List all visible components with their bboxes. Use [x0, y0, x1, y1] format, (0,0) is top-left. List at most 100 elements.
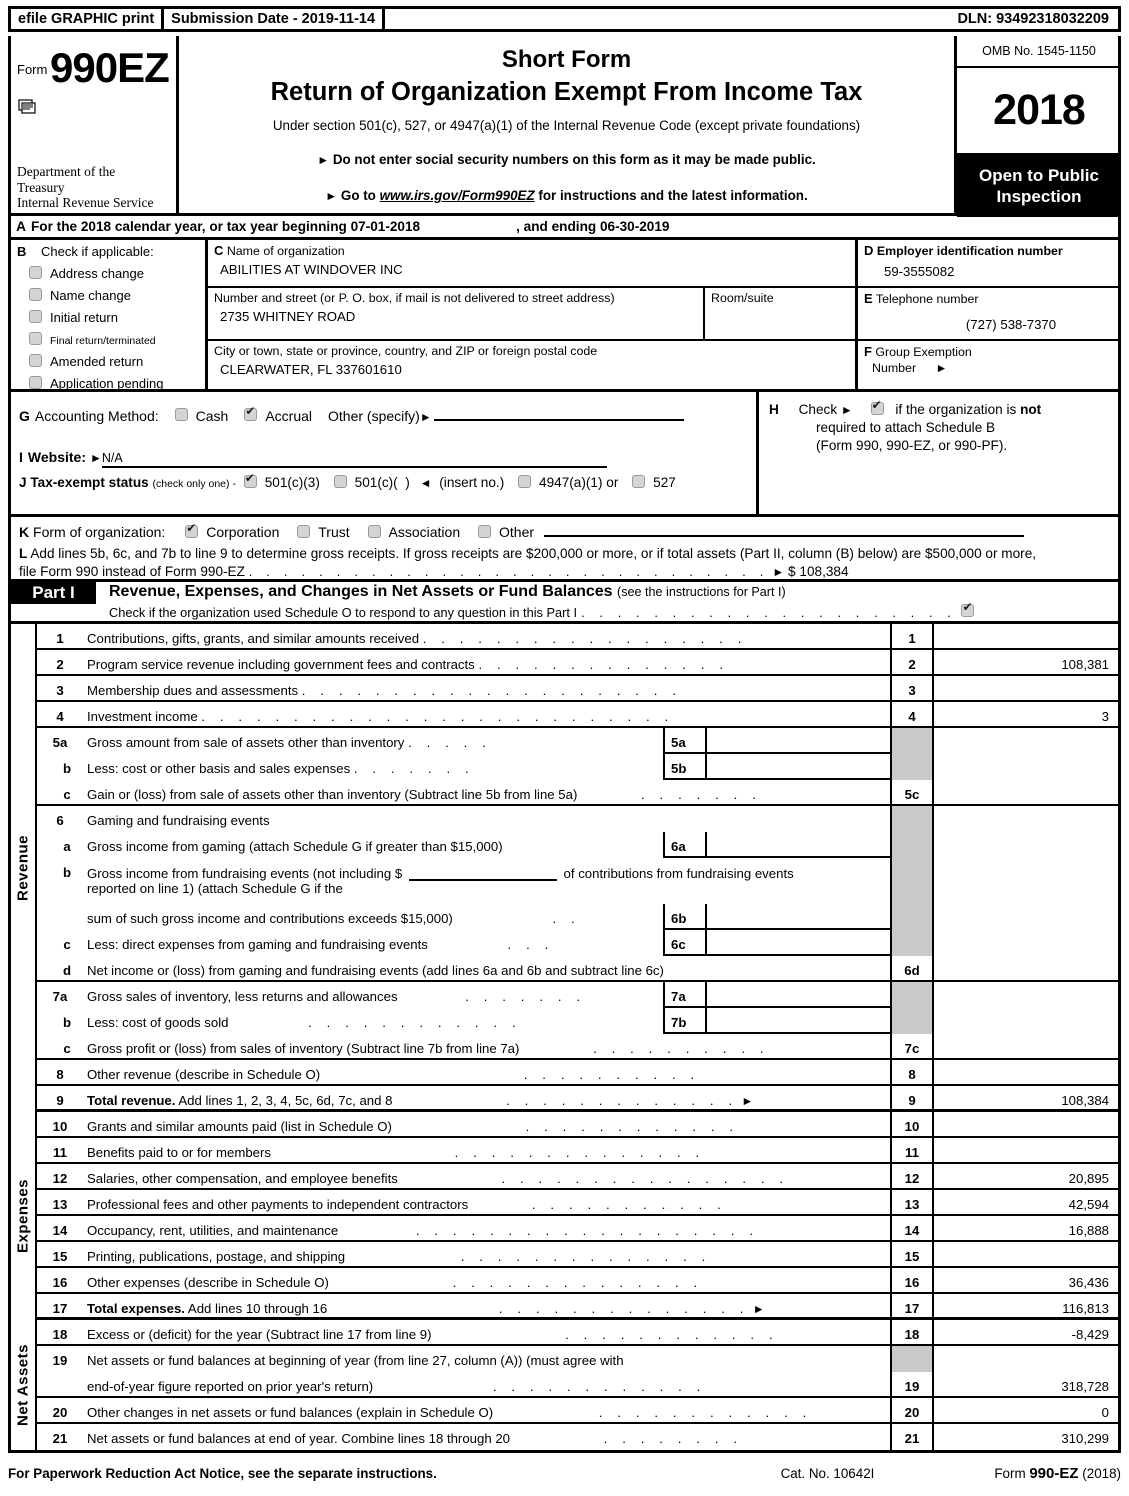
row-amount[interactable]: 310,299 [934, 1424, 1118, 1450]
row-number: 18 [52, 1327, 68, 1342]
checkbox-corporation-icon[interactable] [185, 522, 199, 538]
table-row: b Less: cost of goods sold . . . . . . .… [37, 1008, 1118, 1034]
row-amount[interactable] [934, 1060, 1118, 1084]
row-line-number: 2 [890, 650, 934, 674]
table-row: 15 Printing, publications, postage, and … [37, 1242, 1118, 1268]
checkbox-schedule-b-icon[interactable] [870, 399, 884, 415]
row-amount[interactable] [934, 1242, 1118, 1266]
section-e-letter: E [864, 291, 873, 306]
revenue-section: Revenue 1 Contributions, gifts, grants, … [11, 624, 1118, 1112]
checkbox-501c3-icon[interactable] [243, 472, 257, 488]
checkbox-schedule-o-icon[interactable] [961, 601, 975, 617]
row-number: 13 [52, 1197, 68, 1212]
row-amount[interactable] [934, 780, 1118, 804]
sub-line-amount[interactable] [707, 728, 890, 754]
leader-dots: . . . [507, 937, 554, 952]
fundraising-contributions-input[interactable] [408, 865, 557, 881]
row-amount[interactable]: 36,436 [934, 1268, 1118, 1292]
form-of-organization-other-input[interactable] [543, 522, 1024, 537]
group-exemption-number-row: Number ► [864, 361, 1118, 375]
row-amount[interactable] [934, 1034, 1118, 1058]
row-description-text: Less: direct expenses from gaming and fu… [87, 937, 428, 952]
row-line-number: 7c [890, 1034, 934, 1058]
expenses-label-column: Expenses [11, 1112, 37, 1320]
row-line-number: 10 [890, 1112, 934, 1136]
row-amount[interactable] [934, 676, 1118, 700]
row-amount[interactable]: 42,594 [934, 1190, 1118, 1214]
row-amount[interactable] [934, 1138, 1118, 1162]
checkbox-application-pending[interactable]: Application pending [17, 376, 205, 391]
checkbox-icon[interactable] [29, 310, 42, 323]
sub-line-number: 5a [663, 728, 707, 754]
row-description: Less: cost or other basis and sales expe… [83, 754, 663, 780]
checkbox-icon[interactable] [29, 288, 42, 301]
checkbox-icon[interactable] [29, 376, 42, 389]
organization-identification-block: B Check if applicable: Address change Na… [8, 240, 1121, 392]
organization-name-label: C Name of organization [214, 243, 855, 258]
checkbox-cash-icon[interactable] [174, 408, 188, 421]
row-line-number: 16 [890, 1268, 934, 1292]
row-description-text: Other expenses (describe in Schedule O) [87, 1275, 329, 1290]
checkbox-527-icon[interactable] [632, 475, 646, 488]
checkbox-name-change[interactable]: Name change [17, 288, 205, 303]
checkbox-icon[interactable] [29, 332, 42, 345]
row-description-text: end-of-year figure reported on prior yea… [87, 1379, 374, 1394]
row-amount[interactable] [934, 624, 1118, 648]
sub-line-amount[interactable] [707, 982, 890, 1008]
row-amount[interactable] [934, 1112, 1118, 1136]
website-value[interactable]: N/A [101, 451, 607, 468]
open-to-public-line1: Open to Public [979, 166, 1099, 185]
checkbox-trust-icon[interactable] [297, 525, 311, 538]
sub-line-amount[interactable] [707, 832, 890, 858]
checkbox-address-change[interactable]: Address change [17, 266, 205, 281]
checkbox-other-icon[interactable] [478, 525, 491, 538]
checkbox-final-return-terminated[interactable]: Final return/terminated [17, 332, 205, 347]
checkbox-accrual-icon[interactable] [244, 405, 258, 421]
row-amount[interactable]: 3 [934, 702, 1118, 726]
sub-line-amount[interactable] [707, 904, 890, 930]
form-footer-number: 990-EZ [1029, 1465, 1079, 1482]
row-description: Net income or (loss) from gaming and fun… [83, 956, 890, 980]
section-a-tax-year: A For the 2018 calendar year, or tax yea… [8, 216, 1121, 240]
form-990ez-page: efile GRAPHIC print Submission Date - 20… [0, 0, 1129, 1496]
irs-form990ez-link[interactable]: www.irs.gov/Form990EZ [380, 188, 535, 203]
checkbox-4947a1-icon[interactable] [518, 475, 532, 488]
checkbox-amended-return[interactable]: Amended return [17, 354, 205, 369]
row-amount[interactable]: 108,381 [934, 650, 1118, 674]
checkbox-icon[interactable] [29, 354, 42, 367]
row-amount[interactable]: 318,728 [934, 1372, 1118, 1396]
shaded-cell [890, 1008, 934, 1034]
checkbox-icon[interactable] [29, 266, 42, 279]
leader-dots: . . . . . . . [465, 989, 586, 1004]
row-amount[interactable]: 116,813 [934, 1294, 1118, 1317]
row-description: Gross profit or (loss) from sales of inv… [83, 1034, 890, 1058]
row-description: Gross sales of inventory, less returns a… [83, 982, 663, 1008]
leader-dots: . . . . . . . . . . . . . . [454, 1145, 705, 1160]
checkbox-label: Final return/terminated [50, 335, 156, 347]
section-c-address-block: C Name of organization ABILITIES AT WIND… [205, 240, 855, 389]
row-amount[interactable]: 16,888 [934, 1216, 1118, 1240]
row-amount[interactable]: -8,429 [934, 1320, 1118, 1344]
table-row: 9 Total revenue. Add lines 1, 2, 3, 4, 5… [37, 1086, 1118, 1112]
street-cell: Number and street (or P. O. box, if mail… [208, 288, 705, 339]
row-amount[interactable] [934, 956, 1118, 980]
row-amount[interactable]: 108,384 [934, 1086, 1118, 1109]
sub-line-amount[interactable] [707, 1008, 890, 1034]
other-specify-input[interactable] [433, 406, 684, 421]
left-arrow-icon: ◄ [419, 476, 432, 490]
shaded-cell [890, 832, 934, 858]
expenses-section: Expenses 10 Grants and similar amounts p… [11, 1112, 1118, 1320]
checkbox-initial-return[interactable]: Initial return [17, 310, 205, 325]
row-number: 11 [53, 1145, 67, 1160]
table-row: 19 Net assets or fund balances at beginn… [37, 1346, 1118, 1372]
sub-line-amount[interactable] [707, 930, 890, 956]
section-d-letter: D [864, 243, 874, 258]
part-1-schedule-o-text: Check if the organization used Schedule … [109, 605, 578, 620]
row-amount[interactable]: 0 [934, 1398, 1118, 1422]
checkbox-501c-icon[interactable] [333, 475, 347, 488]
table-row: 5a Gross amount from sale of assets othe… [37, 728, 1118, 754]
form-footer-id: Form 990-EZ (2018) [994, 1465, 1121, 1482]
sub-line-amount[interactable] [707, 754, 890, 780]
checkbox-association-icon[interactable] [367, 525, 381, 538]
row-amount[interactable]: 20,895 [934, 1164, 1118, 1188]
